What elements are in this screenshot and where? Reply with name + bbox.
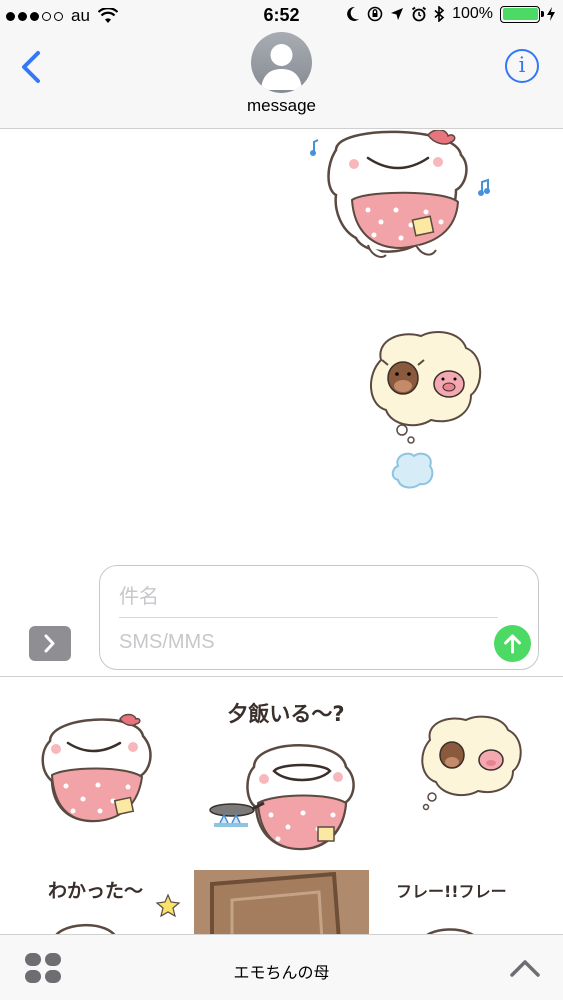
rotation-lock-icon [367,6,383,22]
arrow-up-icon [504,634,521,654]
chevron-up-icon[interactable] [509,957,541,979]
sticker-dinner-caption: 夕飯いる〜? [227,702,344,726]
message-field[interactable]: 件名 SMS/MMS [99,565,539,670]
battery-percent: 100% [452,5,493,22]
sent-sticker-dancing-mom[interactable] [306,130,496,265]
sticker-cheer-art: フレー!!フレー [396,882,507,934]
sticker-dinner-art [209,744,355,851]
status-bar: au 6:52 100% [0,0,563,32]
sticker-understood-caption: わかった〜 [48,880,143,902]
battery-icon [500,5,544,23]
location-icon [391,8,404,20]
moon-icon [347,6,360,21]
battery-level-fill [502,8,538,20]
field-divider [119,617,498,618]
message-composer: 件名 SMS/MMS [0,555,563,675]
charging-icon [547,7,555,21]
pig-icon [433,370,465,398]
contact-name[interactable]: message [0,96,563,116]
status-icons: 100% [346,5,555,23]
sticker-understood-art: わかった〜 [48,880,181,934]
sticker-drawer: 夕飯いる〜? わかった〜 フレー!!フレー [0,676,563,934]
bluetooth-icon [434,6,445,22]
message-input[interactable]: SMS/MMS [119,631,215,654]
sent-sticker-cloud[interactable] [390,450,436,490]
info-button[interactable]: i [505,49,539,83]
sticker-understood[interactable]: わかった〜 [40,871,190,934]
apps-expand-button[interactable] [29,626,71,661]
sticker-mom-plain[interactable] [38,711,168,831]
sticker-cheer[interactable]: フレー!!フレー [392,873,532,934]
sticker-dinner-caption-text: 夕飯いる〜? [227,702,344,726]
sticker-dinner[interactable]: 夕飯いる〜? [206,697,366,857]
chevron-right-icon [44,634,55,653]
sticker-thought-bubble[interactable] [418,715,528,815]
send-button[interactable] [494,625,531,662]
subject-input[interactable]: 件名 [119,580,159,609]
app-drawer-bar: エモちんの母 [0,934,563,1000]
sticker-cheer-caption: フレー!!フレー [396,882,507,901]
sticker-pack-name: エモちんの母 [233,965,330,982]
person-silhouette-icon [261,44,302,90]
message-thread [0,130,563,550]
conversation-header: message i [0,32,563,129]
back-button[interactable] [16,50,46,84]
alarm-icon [412,6,427,22]
contact-avatar[interactable] [251,32,312,93]
sticker-door[interactable] [194,870,369,934]
